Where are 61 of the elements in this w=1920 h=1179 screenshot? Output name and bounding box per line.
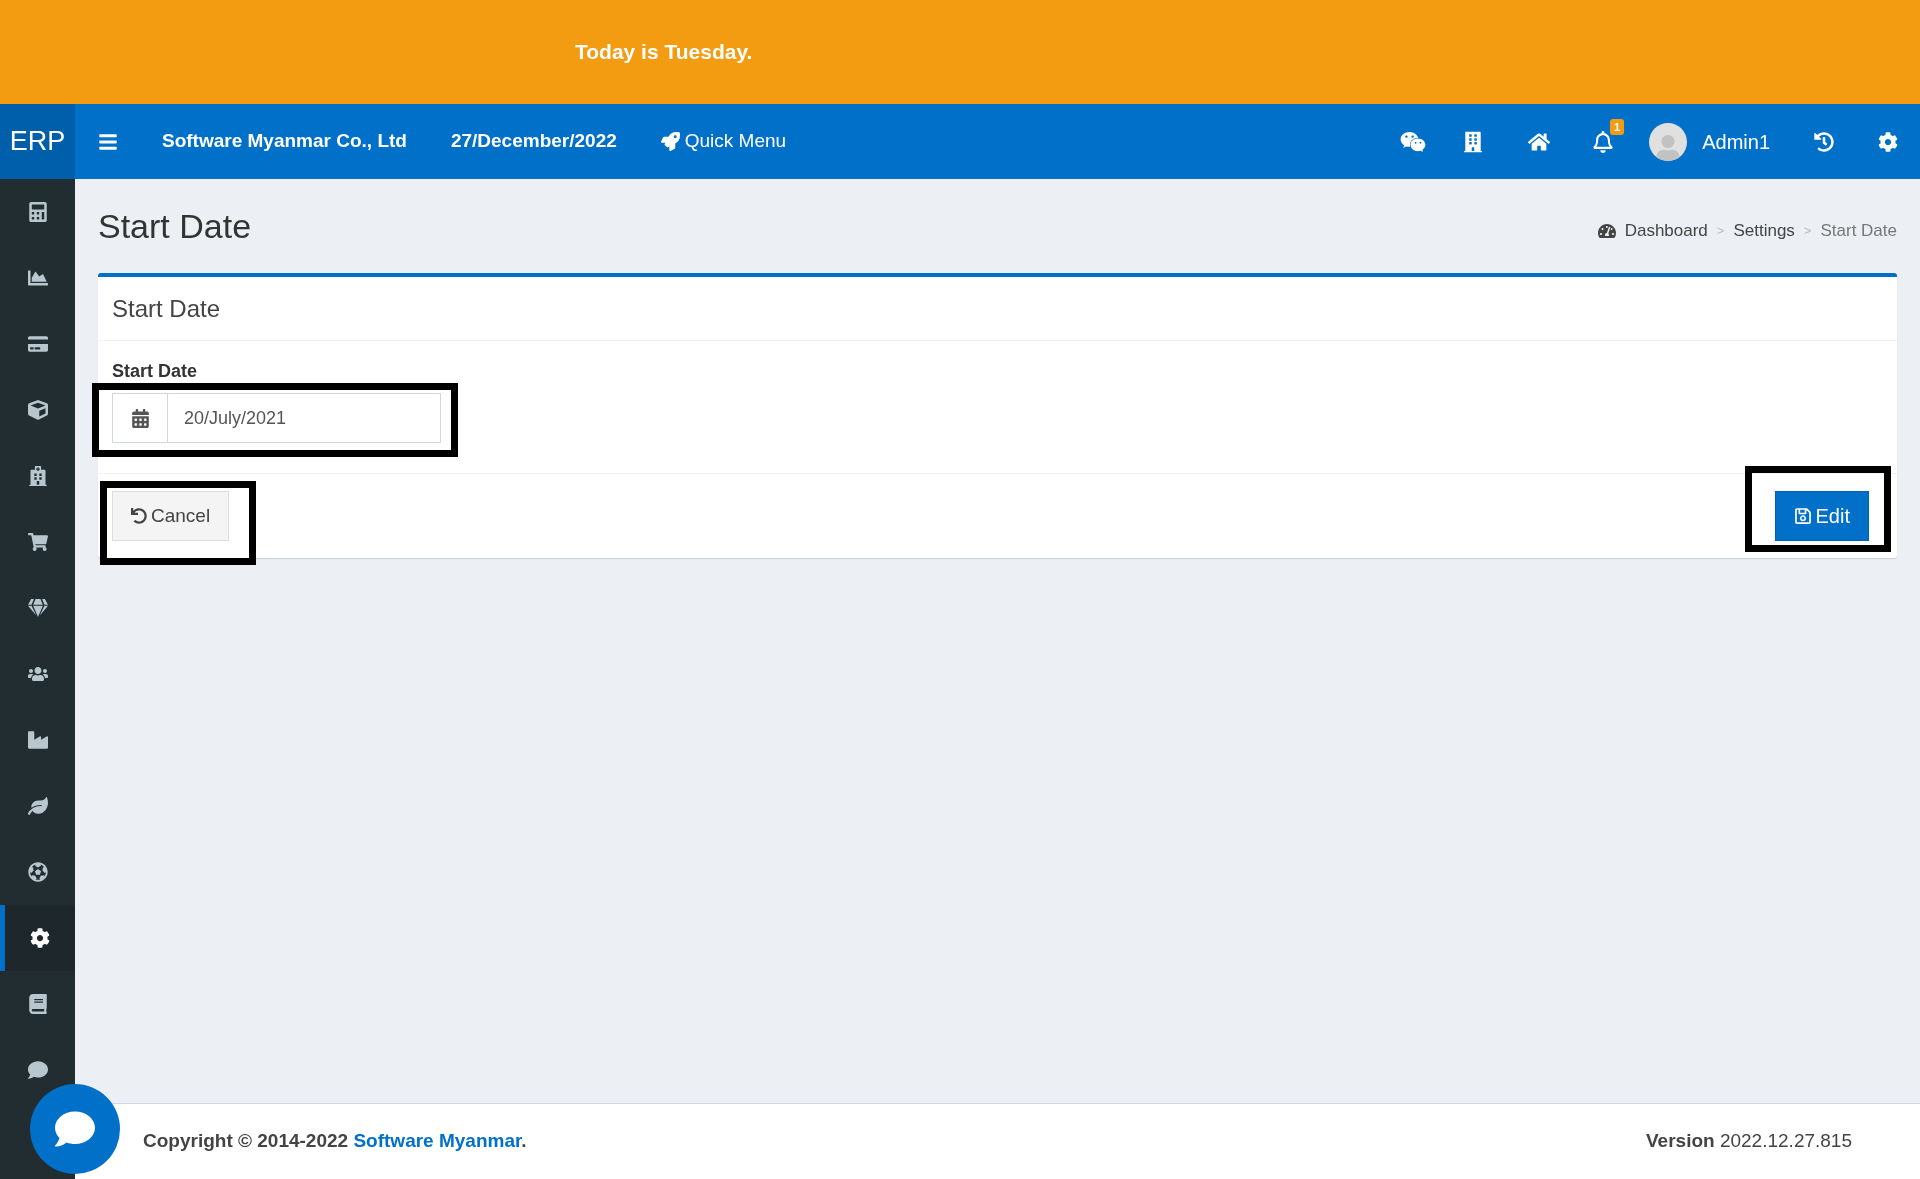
page-title: Start Date — [98, 206, 252, 247]
book-icon — [27, 994, 48, 1014]
sidebar-item[interactable] — [27, 664, 48, 684]
banner-text: Today is Tuesday. — [575, 39, 753, 66]
edit-button[interactable]: Edit — [1774, 491, 1869, 541]
calculator-icon — [27, 202, 48, 222]
sidebar-item[interactable] — [27, 466, 48, 486]
sidebar-item[interactable] — [27, 1060, 48, 1080]
calendar-addon[interactable] — [112, 393, 168, 443]
calendar-icon — [130, 408, 150, 428]
copyright-text: Copyright © 2014-2022 Software Myanmar. — [143, 1129, 527, 1154]
breadcrumb-link[interactable]: Settings — [1733, 217, 1795, 244]
settings-icon[interactable] — [1878, 131, 1898, 152]
cube-icon — [27, 400, 48, 420]
sidebar-item[interactable] — [27, 268, 48, 288]
current-date: 27/December/2022 — [450, 129, 617, 154]
rocket-icon — [660, 132, 680, 151]
sidebar-item[interactable] — [27, 202, 48, 222]
sidebar-item[interactable] — [27, 994, 48, 1014]
chat-bubble-icon — [55, 1109, 95, 1149]
sidebar-item[interactable] — [27, 598, 48, 618]
quick-menu-link[interactable]: Quick Menu — [660, 127, 787, 156]
sidebar-item[interactable] — [27, 730, 48, 750]
card-title: Start Date — [112, 293, 221, 324]
breadcrumb-link[interactable]: Dashboard — [1624, 217, 1708, 244]
settings-icon — [30, 928, 50, 948]
home-icon[interactable] — [1528, 130, 1551, 153]
history-icon[interactable] — [1814, 131, 1834, 152]
undo-icon — [131, 508, 147, 524]
logo[interactable]: ERP — [0, 104, 75, 179]
version-text: Version 2022.12.27.815 — [1646, 1129, 1852, 1154]
sidebar-item[interactable] — [30, 928, 50, 948]
leaf-icon — [27, 796, 48, 816]
comment-icon — [27, 1060, 48, 1080]
menu-icon[interactable] — [98, 131, 118, 152]
cart-icon — [27, 532, 48, 552]
breadcrumb-separator: > — [1803, 221, 1812, 240]
bell-icon — [1592, 130, 1615, 153]
sidebar-item[interactable] — [27, 334, 48, 354]
factory-icon — [27, 730, 48, 750]
dashboard-icon — [1597, 221, 1616, 240]
users-icon — [27, 664, 48, 684]
gem-icon — [27, 598, 48, 618]
user-name[interactable]: Admin1 — [1702, 126, 1770, 157]
breadcrumb-separator: > — [1716, 221, 1725, 240]
field-label: Start Date — [112, 360, 199, 383]
notification-badge: 1 — [1610, 118, 1625, 135]
sidebar-item[interactable] — [27, 532, 48, 552]
cancel-button[interactable]: Cancel — [112, 491, 230, 541]
save-icon — [1793, 507, 1812, 525]
sidebar-item[interactable] — [27, 862, 48, 882]
building-icon[interactable] — [1464, 130, 1483, 153]
company-link[interactable]: Software Myanmar — [353, 1130, 522, 1152]
avatar[interactable] — [1649, 122, 1688, 161]
sidebar-item[interactable] — [27, 796, 48, 816]
sidebar-item[interactable] — [27, 400, 48, 420]
date-field[interactable]: 20/July/2021 — [168, 393, 441, 443]
credit-card-icon — [27, 334, 48, 354]
hospital-icon — [27, 466, 48, 486]
area-chart-icon — [27, 268, 48, 288]
company-name: Software Myanmar Co., Ltd — [162, 129, 407, 154]
